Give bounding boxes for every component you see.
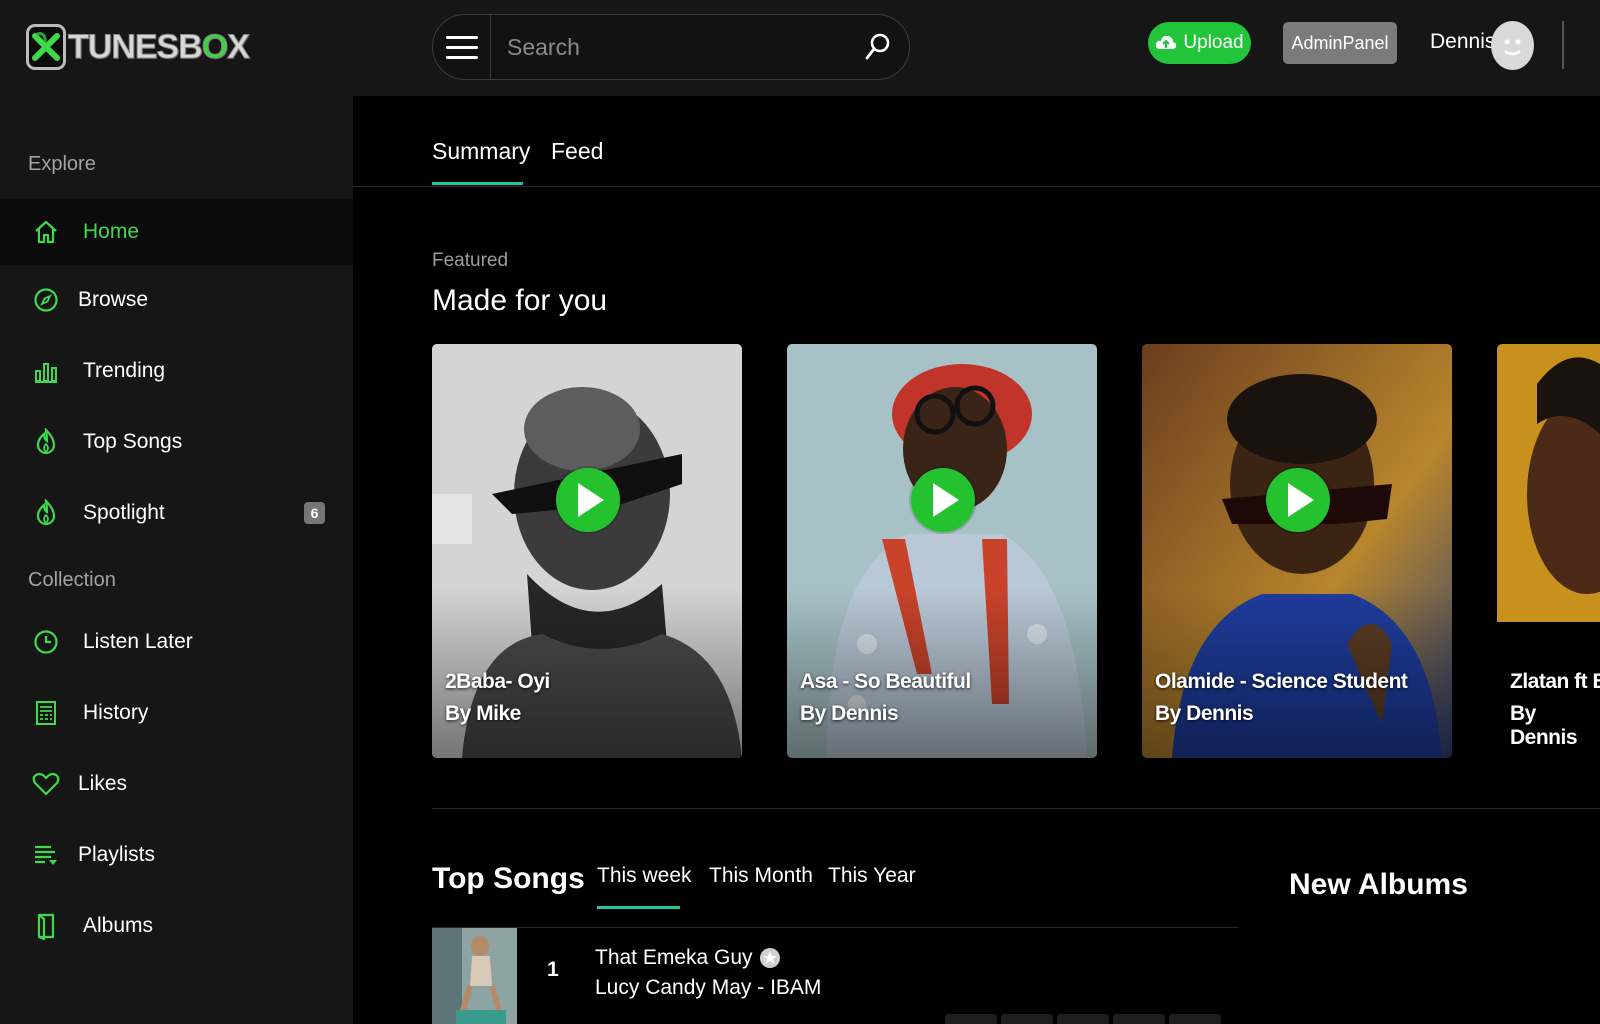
- featured-card[interactable]: 2Baba- Oyi By Mike: [432, 344, 742, 758]
- sidebar-item-browse[interactable]: Browse: [0, 267, 353, 333]
- song-title-text: That Emeka Guy: [595, 946, 753, 969]
- sidebar-item-label: History: [83, 701, 149, 724]
- card-title: Olamide - Science Student: [1155, 670, 1408, 693]
- card-author: By Dennis: [1510, 702, 1578, 749]
- playlist-icon: [32, 841, 60, 869]
- user-name[interactable]: Dennis: [1430, 30, 1495, 54]
- sidebar-item-label: Home: [83, 220, 140, 243]
- header-divider: [1562, 21, 1564, 69]
- card-author: By Dennis: [800, 702, 899, 725]
- row-action-button[interactable]: [1001, 1014, 1053, 1024]
- play-icon[interactable]: [1266, 468, 1330, 532]
- tab-this-week[interactable]: This week: [597, 864, 692, 888]
- play-icon[interactable]: [911, 468, 975, 532]
- search-input[interactable]: [491, 15, 847, 79]
- featured-card[interactable]: Olamide - Science Student By Dennis: [1142, 344, 1452, 758]
- avatar[interactable]: [1491, 21, 1534, 70]
- sidebar-item-label: Spotlight: [83, 501, 165, 524]
- album-icon: [32, 912, 60, 940]
- row-action-button[interactable]: [1057, 1014, 1109, 1024]
- sidebar: Explore Home Browse Trending Top Songs S…: [0, 96, 353, 1024]
- row-action-buttons: [945, 1014, 1221, 1024]
- sidebar-item-playlists[interactable]: Playlists: [0, 822, 353, 888]
- card-author: By Mike: [445, 702, 521, 725]
- logo-text: TUNESBOX: [68, 27, 251, 66]
- sidebar-section-collection: Collection: [28, 569, 116, 591]
- sidebar-item-spotlight[interactable]: Spotlight 6: [0, 480, 353, 546]
- tunesbox-logo[interactable]: TUNESBOX: [26, 22, 251, 72]
- song-rank: 1: [547, 958, 559, 981]
- admin-panel-label: AdminPanel: [1291, 32, 1389, 53]
- spotlight-count-badge: 6: [304, 502, 325, 524]
- sidebar-item-albums[interactable]: Albums: [0, 893, 353, 959]
- sidebar-item-label: Trending: [83, 359, 166, 382]
- sidebar-item-label: Browse: [78, 288, 149, 311]
- tab-this-year[interactable]: This Year: [828, 864, 916, 888]
- card-title: Zlatan ft B: [1510, 670, 1600, 693]
- sidebar-item-label: Likes: [78, 772, 128, 795]
- featured-card[interactable]: Asa - So Beautiful By Dennis: [787, 344, 1097, 758]
- sidebar-item-listen-later[interactable]: Listen Later: [0, 609, 353, 675]
- history-icon: [32, 699, 60, 727]
- sidebar-item-label: Playlists: [78, 843, 156, 866]
- sidebar-item-label: Top Songs: [83, 430, 183, 453]
- search-icon[interactable]: [847, 15, 909, 79]
- tab-this-month[interactable]: This Month: [709, 864, 813, 888]
- sidebar-item-label: Listen Later: [83, 630, 193, 653]
- sidebar-item-home[interactable]: Home: [0, 199, 353, 265]
- sidebar-item-label: Albums: [83, 914, 154, 937]
- bar-chart-icon: [32, 357, 60, 385]
- sidebar-item-trending[interactable]: Trending: [0, 338, 353, 404]
- featured-label: Featured: [432, 250, 509, 271]
- home-icon: [32, 218, 60, 246]
- flame-icon: [32, 499, 60, 527]
- made-for-you-title: Made for you: [432, 284, 608, 317]
- logo-mark-icon: [26, 24, 66, 70]
- row-action-button[interactable]: [1113, 1014, 1165, 1024]
- tab-summary[interactable]: Summary: [432, 138, 530, 165]
- sidebar-item-likes[interactable]: Likes: [0, 751, 353, 817]
- cloud-upload-icon: [1156, 35, 1177, 49]
- new-albums-title: New Albums: [1289, 868, 1468, 901]
- cover-art: [1497, 344, 1600, 758]
- sidebar-item-history[interactable]: History: [0, 680, 353, 746]
- table-row[interactable]: 1 That Emeka Guy Lucy Candy May - IBAM: [432, 928, 1238, 1024]
- admin-panel-button[interactable]: AdminPanel: [1283, 22, 1397, 64]
- section-divider: [432, 808, 1600, 809]
- active-period-indicator: [597, 906, 680, 909]
- active-tab-indicator: [432, 182, 523, 185]
- card-title: Asa - So Beautiful: [800, 670, 971, 693]
- search-bar: [432, 14, 910, 80]
- sidebar-section-explore: Explore: [28, 153, 96, 175]
- row-action-button[interactable]: [1169, 1014, 1221, 1024]
- flame-icon: [32, 428, 60, 456]
- menu-hamburger-icon[interactable]: [433, 15, 491, 79]
- play-icon[interactable]: [556, 468, 620, 532]
- upload-button[interactable]: Upload: [1148, 22, 1251, 64]
- row-action-button[interactable]: [945, 1014, 997, 1024]
- compass-icon: [32, 286, 60, 314]
- song-thumbnail: [432, 928, 517, 1024]
- card-author: By Dennis: [1155, 702, 1254, 725]
- tab-feed[interactable]: Feed: [551, 138, 603, 165]
- heart-icon: [32, 770, 60, 798]
- upload-label: Upload: [1183, 32, 1244, 53]
- top-bar: TUNESBOX Upload AdminPanel Dennis: [0, 0, 1600, 96]
- card-title: 2Baba- Oyi: [445, 670, 550, 693]
- clock-icon: [32, 628, 60, 656]
- song-title[interactable]: That Emeka Guy: [595, 946, 781, 970]
- song-artist: Lucy Candy May - IBAM: [595, 976, 822, 999]
- top-songs-title: Top Songs: [432, 862, 585, 895]
- sidebar-item-top-songs[interactable]: Top Songs: [0, 409, 353, 475]
- verified-star-icon: [759, 948, 780, 968]
- featured-card[interactable]: Zlatan ft B By Dennis: [1497, 344, 1600, 758]
- tabs-divider: [353, 186, 1600, 187]
